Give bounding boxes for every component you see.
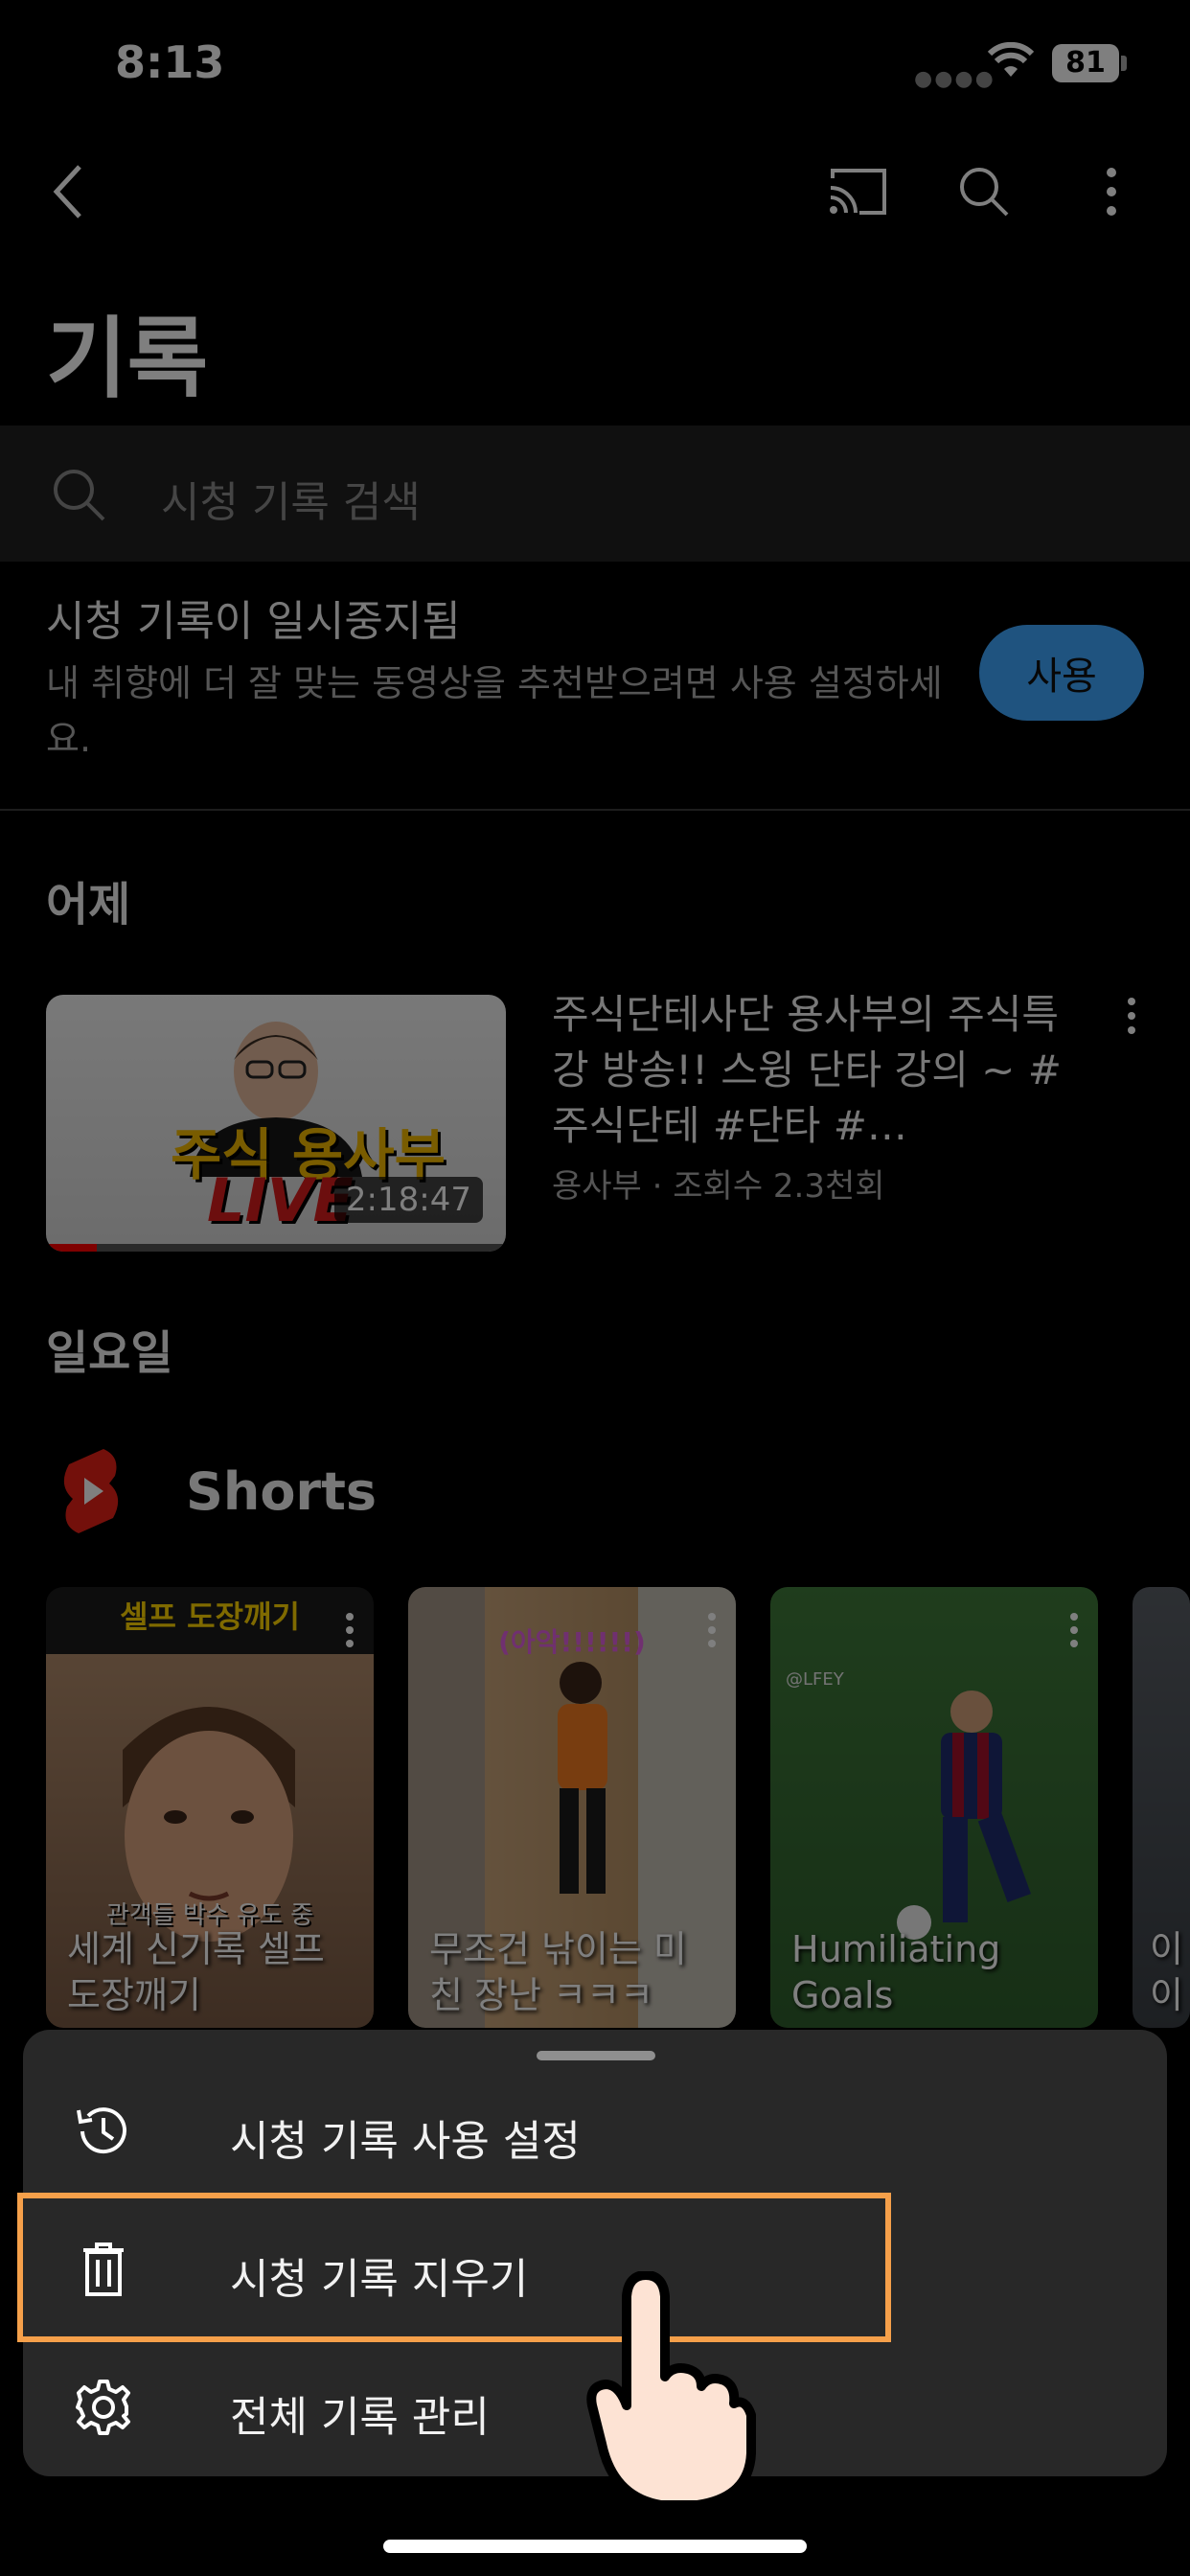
home-indicator <box>383 2540 807 2553</box>
history-icon <box>71 2099 136 2164</box>
menu-item-label: 전체 기록 관리 <box>230 2393 490 2442</box>
menu-item-label: 시청 기록 사용 설정 <box>230 2117 581 2166</box>
menu-item-turn-on-history[interactable]: 시청 기록 사용 설정 <box>23 2064 1167 2198</box>
pointing-hand-icon <box>586 2271 756 2510</box>
highlight-box <box>17 2193 891 2342</box>
sheet-drag-handle[interactable] <box>537 2051 655 2060</box>
gear-icon <box>71 2375 136 2440</box>
